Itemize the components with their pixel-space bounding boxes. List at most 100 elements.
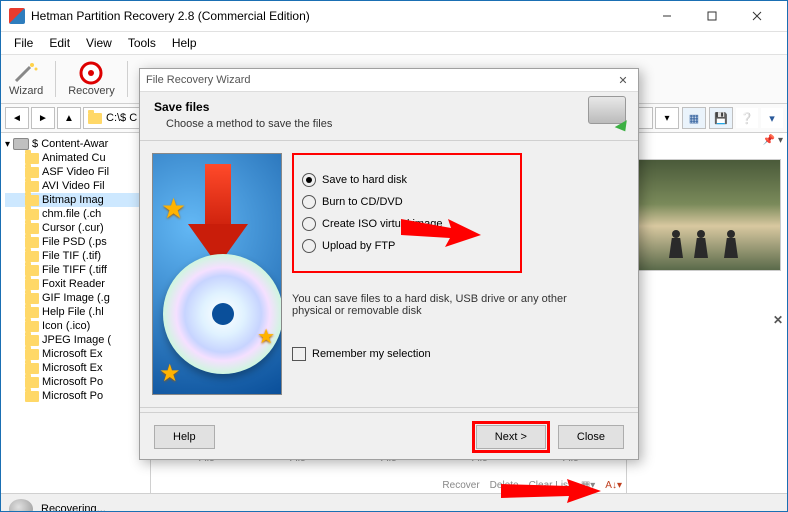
- tree-item[interactable]: File TIFF (.tiff: [5, 263, 150, 277]
- folder-tree[interactable]: ▾ $ Content-Awar Animated Cu ASF Video Fi…: [1, 133, 151, 493]
- wizard-image: ★ ★ ★: [152, 153, 282, 395]
- menu-help[interactable]: Help: [165, 34, 204, 52]
- tree-item[interactable]: AVI Video Fil: [5, 179, 150, 193]
- tree-item-label: Help File (.hl: [42, 306, 104, 318]
- folder-icon: [25, 251, 39, 262]
- remember-checkbox[interactable]: Remember my selection: [292, 347, 626, 361]
- preview-panel: 📌 ▾ ✕: [626, 133, 787, 493]
- dialog-titlebar: File Recovery Wizard ✕: [140, 69, 638, 92]
- tree-item[interactable]: Cursor (.cur): [5, 221, 150, 235]
- menu-edit[interactable]: Edit: [42, 34, 77, 52]
- option-burn-cd[interactable]: Burn to CD/DVD: [302, 195, 512, 209]
- radio-icon: [302, 239, 316, 253]
- tree-item[interactable]: File PSD (.ps: [5, 235, 150, 249]
- recovery-button[interactable]: Recovery: [64, 61, 118, 97]
- next-button[interactable]: Next >: [476, 425, 546, 449]
- separator: [140, 140, 638, 141]
- view-icon[interactable]: ▦▾: [581, 480, 595, 491]
- separator: [140, 407, 638, 408]
- tree-item-label: Cursor (.cur): [42, 222, 104, 234]
- tree-root[interactable]: ▾ $ Content-Awar: [5, 137, 150, 151]
- folder-icon: [25, 335, 39, 346]
- folder-icon: [25, 363, 39, 374]
- tree-item-label: Animated Cu: [42, 152, 106, 164]
- dialog-footer: Help Next > Close: [140, 412, 638, 461]
- tree-item-label: Bitmap Imag: [42, 194, 104, 206]
- separator: [127, 61, 128, 97]
- tree-item[interactable]: GIF Image (.g: [5, 291, 150, 305]
- save-button[interactable]: 💾: [709, 107, 733, 129]
- folder-icon: [25, 307, 39, 318]
- options-button[interactable]: ▾: [761, 108, 783, 128]
- tree-item[interactable]: Microsoft Ex: [5, 361, 150, 375]
- wizard-button[interactable]: Wizard: [5, 61, 47, 97]
- close-button[interactable]: Close: [558, 425, 624, 449]
- view-list-button[interactable]: ▦: [682, 107, 706, 129]
- hard-disk-icon: [588, 96, 628, 130]
- menu-bar: File Edit View Tools Help: [1, 32, 787, 55]
- maximize-button[interactable]: [689, 2, 734, 30]
- tree-item-label: File TIF (.tif): [42, 250, 101, 262]
- radio-icon: [302, 173, 316, 187]
- tree-root-label: $ Content-Awar: [32, 138, 108, 150]
- tree-item-label: Microsoft Ex: [42, 348, 103, 360]
- app-icon: [9, 8, 25, 24]
- tree-item[interactable]: chm.file (.ch: [5, 207, 150, 221]
- statusbar: Recovering...: [1, 493, 787, 512]
- checkbox-icon: [292, 347, 306, 361]
- tree-item-label: JPEG Image (: [42, 334, 111, 346]
- minimize-button[interactable]: [644, 2, 689, 30]
- preview-header: 📌 ▾: [627, 133, 787, 153]
- folder-icon: [25, 223, 39, 234]
- tree-item[interactable]: Microsoft Ex: [5, 347, 150, 361]
- dialog-header: Save files Choose a method to save the f…: [140, 92, 638, 136]
- tree-item[interactable]: Icon (.ico): [5, 319, 150, 333]
- next-highlight-box: Next >: [472, 421, 550, 453]
- up-button[interactable]: ▲: [57, 107, 81, 129]
- tree-item-label: ASF Video Fil: [42, 166, 109, 178]
- tree-item[interactable]: Microsoft Po: [5, 375, 150, 389]
- option-create-iso[interactable]: Create ISO virtual image: [302, 217, 512, 231]
- tree-item[interactable]: Bitmap Imag: [5, 193, 150, 207]
- option-save-hard-disk[interactable]: Save to hard disk: [302, 173, 512, 187]
- tree-item-label: GIF Image (.g: [42, 292, 110, 304]
- menu-view[interactable]: View: [79, 34, 119, 52]
- tree-item-label: AVI Video Fil: [42, 180, 105, 192]
- action-bar-bg: Recover Delete Clear List ▦▾ A↓▾: [442, 480, 622, 491]
- tree-item[interactable]: Foxit Reader: [5, 277, 150, 291]
- tree-item[interactable]: Animated Cu: [5, 151, 150, 165]
- titlebar: Hetman Partition Recovery 2.8 (Commercia…: [1, 1, 787, 32]
- dialog-title: File Recovery Wizard: [146, 74, 251, 86]
- folder-icon: [88, 113, 102, 124]
- dropdown-button[interactable]: ▾: [655, 107, 679, 129]
- tree-item-label: chm.file (.ch: [42, 208, 101, 220]
- sort-icon[interactable]: A↓▾: [605, 480, 622, 491]
- close-button[interactable]: [734, 2, 779, 30]
- tree-item[interactable]: JPEG Image (: [5, 333, 150, 347]
- close-preview-button[interactable]: ✕: [773, 313, 783, 327]
- menu-file[interactable]: File: [7, 34, 40, 52]
- option-upload-ftp[interactable]: Upload by FTP: [302, 239, 512, 253]
- folder-icon: [25, 377, 39, 388]
- tree-item[interactable]: Help File (.hl: [5, 305, 150, 319]
- folder-icon: [25, 349, 39, 360]
- window-title: Hetman Partition Recovery 2.8 (Commercia…: [31, 9, 644, 23]
- tree-item-label: Icon (.ico): [42, 320, 90, 332]
- dialog-close-button[interactable]: ✕: [614, 74, 632, 87]
- help-button[interactable]: Help: [154, 425, 215, 449]
- tree-item[interactable]: File TIF (.tif): [5, 249, 150, 263]
- back-button[interactable]: ◄: [5, 107, 29, 129]
- forward-button[interactable]: ►: [31, 107, 55, 129]
- options-highlight-box: Save to hard disk Burn to CD/DVD Create …: [292, 153, 522, 273]
- window-controls: [644, 2, 779, 30]
- folder-icon: [25, 321, 39, 332]
- folder-icon: [25, 237, 39, 248]
- folder-icon: [25, 181, 39, 192]
- tree-item[interactable]: ASF Video Fil: [5, 165, 150, 179]
- menu-tools[interactable]: Tools: [121, 34, 163, 52]
- help-button[interactable]: ❔: [736, 108, 758, 128]
- dialog-subheading: Choose a method to save the files: [166, 118, 624, 130]
- pin-icon[interactable]: 📌 ▾: [763, 135, 783, 151]
- address-right: ▾ ▦ 💾 ❔ ▾: [655, 107, 783, 129]
- tree-item[interactable]: Microsoft Po: [5, 389, 150, 403]
